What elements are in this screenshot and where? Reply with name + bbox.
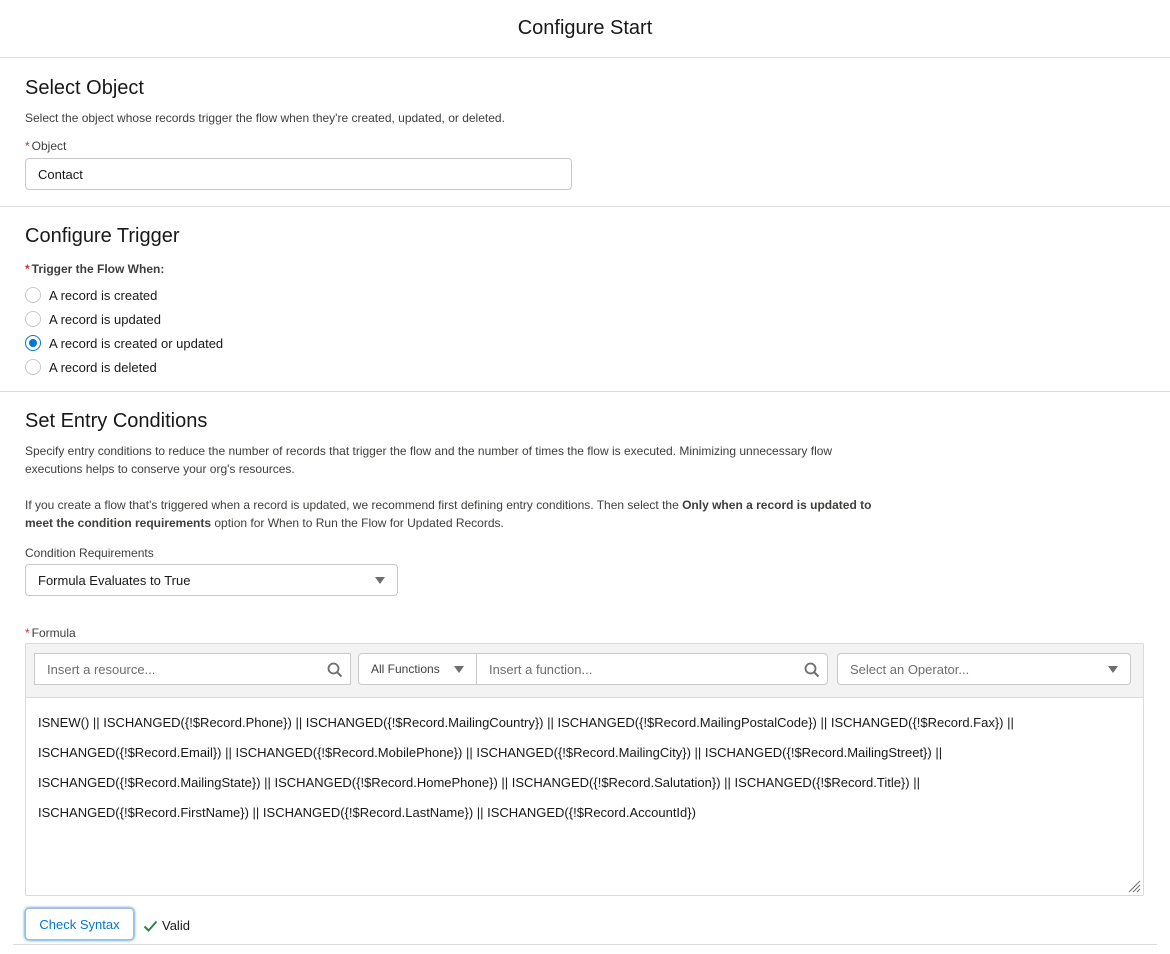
chevron-down-icon — [454, 665, 464, 673]
search-icon — [327, 662, 343, 678]
entry-conditions-recommendation: If you create a flow that's triggered wh… — [25, 498, 872, 530]
formula-toolbar: Insert a resource... All Functions Inser… — [26, 644, 1143, 698]
radio-option-deleted[interactable]: A record is deleted — [24, 355, 223, 379]
select-object-section: Select Object Select the object whose re… — [0, 59, 1170, 206]
condition-requirements-select[interactable]: Formula Evaluates to True — [25, 564, 398, 596]
formula-editor: Insert a resource... All Functions Inser… — [25, 643, 1144, 896]
configure-trigger-title: Configure Trigger — [25, 225, 180, 247]
functions-category-select[interactable]: All Functions — [358, 653, 477, 685]
radio-button[interactable] — [25, 311, 41, 327]
divider — [13, 944, 1157, 945]
search-icon — [804, 662, 820, 678]
select-operator-select[interactable]: Select an Operator... — [837, 653, 1131, 685]
radio-button-selected[interactable] — [25, 335, 41, 351]
formula-value: ISNEW() || ISCHANGED({!$Record.Phone}) |… — [38, 715, 1014, 820]
insert-resource-input[interactable]: Insert a resource... — [34, 653, 351, 685]
condition-requirements-label: Condition Requirements — [25, 546, 154, 560]
radio-option-updated[interactable]: A record is updated — [24, 307, 223, 331]
select-object-title: Select Object — [25, 77, 144, 99]
entry-conditions-title: Set Entry Conditions — [25, 410, 208, 432]
condition-requirements-value: Formula Evaluates to True — [38, 572, 191, 588]
chevron-down-icon — [1108, 665, 1118, 673]
entry-conditions-help: Specify entry conditions to reduce the n… — [25, 444, 833, 476]
radio-option-created[interactable]: A record is created — [24, 283, 223, 307]
insert-function-input[interactable]: Insert a function... — [476, 653, 828, 685]
object-input[interactable]: Contact — [25, 158, 572, 190]
check-syntax-button[interactable]: Check Syntax — [25, 908, 134, 940]
radio-button[interactable] — [25, 359, 41, 375]
syntax-status: Valid — [143, 918, 190, 933]
page-title: Configure Start — [517, 17, 653, 39]
resize-handle-icon[interactable] — [1127, 879, 1141, 893]
chevron-down-icon — [375, 576, 385, 584]
object-field-label: * Object — [25, 139, 67, 153]
select-object-help: Select the object whose records trigger … — [25, 111, 505, 125]
configure-trigger-section: Configure Trigger * Trigger the Flow When… — [0, 207, 1170, 391]
trigger-radio-group: A record is created A record is updated … — [24, 283, 223, 379]
formula-label: * Formula — [25, 626, 76, 640]
valid-label: Valid — [162, 918, 190, 933]
radio-button[interactable] — [25, 287, 41, 303]
divider — [0, 391, 1170, 392]
trigger-field-label: * Trigger the Flow When: — [25, 262, 165, 276]
check-icon — [143, 920, 158, 932]
formula-textarea[interactable]: ISNEW() || ISCHANGED({!$Record.Phone}) |… — [26, 698, 1143, 838]
radio-option-created-or-updated[interactable]: A record is created or updated — [24, 331, 223, 355]
modal-header: Configure Start — [0, 0, 1170, 58]
